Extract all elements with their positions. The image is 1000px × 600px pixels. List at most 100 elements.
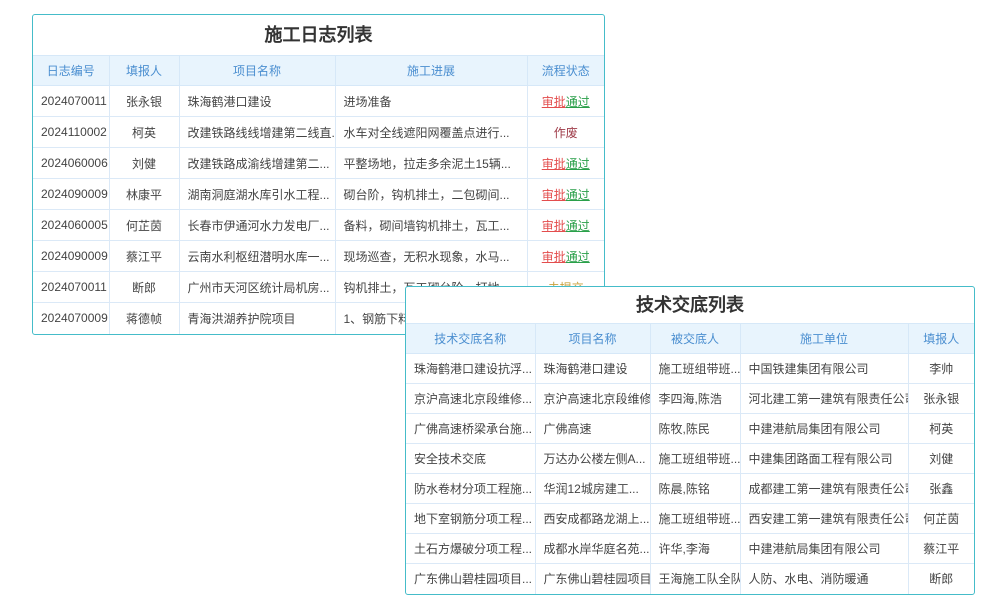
log-reporter-link[interactable]: 柯英 [109, 117, 179, 148]
status-approved-prefix: 审批 [542, 157, 566, 171]
disclosure-project-name-link[interactable]: 广东佛山碧桂园项目 [535, 564, 650, 594]
disclosure-table-row: 广佛高速桥梁承台施...广佛高速陈牧,陈民中建港航局集团有限公司柯英 [406, 414, 974, 444]
status-approved-prefix: 审批 [542, 250, 566, 264]
disclosure-recipient-text: 李四海,陈浩 [650, 384, 740, 414]
log-table-header-row: 日志编号 填报人 项目名称 施工进展 流程状态 [33, 56, 604, 86]
construction-log-panel-title: 施工日志列表 [33, 15, 604, 55]
disclosure-table-row: 土石方爆破分项工程...成都水岸华庭名苑...许华,李海中建港航局集团有限公司蔡… [406, 534, 974, 564]
log-progress-text: 进场准备 [335, 86, 527, 117]
disclosure-recipient-text: 施工班组带班... [650, 504, 740, 534]
disclosure-project-name-link[interactable]: 珠海鹤港口建设 [535, 354, 650, 384]
log-progress-text: 水车对全线遮阳网覆盖点进行... [335, 117, 527, 148]
log-project-name-link[interactable]: 青海洪湖养护院项目 [179, 303, 335, 334]
disclosure-reporter-link[interactable]: 断郎 [908, 564, 974, 594]
log-reporter-link[interactable]: 刘健 [109, 148, 179, 179]
disclosure-recipient-text: 施工班组带班... [650, 444, 740, 474]
desktop: { "colors": { "panel_border": "#45bcc9",… [0, 0, 1000, 600]
disclosure-project-name-link[interactable]: 京沪高速北京段维修 [535, 384, 650, 414]
disclosure-reporter-link[interactable]: 张鑫 [908, 474, 974, 504]
disclosure-col-header-unit: 施工单位 [740, 324, 908, 354]
disclosure-reporter-link[interactable]: 何芷茵 [908, 504, 974, 534]
disclosure-project-name-link[interactable]: 广佛高速 [535, 414, 650, 444]
log-project-name-link[interactable]: 湖南洞庭湖水库引水工程... [179, 179, 335, 210]
log-id-link[interactable]: 2024070011 [33, 86, 109, 117]
log-project-name-link[interactable]: 长春市伊通河水力发电厂... [179, 210, 335, 241]
log-project-name-link[interactable]: 珠海鹤港口建设 [179, 86, 335, 117]
log-status-cell: 作废 [527, 117, 604, 148]
status-approved-suffix: 通过 [566, 95, 590, 109]
log-project-name-link[interactable]: 云南水利枢纽潜明水库一... [179, 241, 335, 272]
disclosure-table-header: 技术交底名称 项目名称 被交底人 施工单位 填报人 [406, 324, 974, 354]
disclosure-col-header-reporter: 填报人 [908, 324, 974, 354]
disclosure-unit-text: 中国铁建集团有限公司 [740, 354, 908, 384]
log-status-cell: 审批通过 [527, 210, 604, 241]
disclosure-recipient-text: 陈晨,陈铭 [650, 474, 740, 504]
disclosure-name-link[interactable]: 土石方爆破分项工程... [406, 534, 535, 564]
log-reporter-link[interactable]: 张永银 [109, 86, 179, 117]
disclosure-table-row: 地下室钢筋分项工程...西安成都路龙湖上...施工班组带班...西安建工第一建筑… [406, 504, 974, 534]
disclosure-project-name-link[interactable]: 西安成都路龙湖上... [535, 504, 650, 534]
disclosure-name-link[interactable]: 广东佛山碧桂园项目... [406, 564, 535, 594]
log-reporter-link[interactable]: 断郎 [109, 272, 179, 303]
disclosure-unit-text: 中建港航局集团有限公司 [740, 414, 908, 444]
disclosure-name-link[interactable]: 珠海鹤港口建设抗浮... [406, 354, 535, 384]
log-col-header-progress: 施工进展 [335, 56, 527, 86]
log-id-link[interactable]: 2024060005 [33, 210, 109, 241]
log-progress-text: 备料，砌间墙钩机排土，瓦工... [335, 210, 527, 241]
log-col-header-project: 项目名称 [179, 56, 335, 86]
log-project-name-link[interactable]: 改建铁路线线增建第二线直... [179, 117, 335, 148]
log-status-cell: 审批通过 [527, 148, 604, 179]
disclosure-table-body: 珠海鹤港口建设抗浮...珠海鹤港口建设施工班组带班...中国铁建集团有限公司李帅… [406, 354, 974, 594]
disclosure-reporter-link[interactable]: 柯英 [908, 414, 974, 444]
log-project-name-link[interactable]: 广州市天河区统计局机房... [179, 272, 335, 303]
log-table-row: 2024110002柯英改建铁路线线增建第二线直...水车对全线遮阳网覆盖点进行… [33, 117, 604, 148]
disclosure-reporter-link[interactable]: 刘健 [908, 444, 974, 474]
log-project-name-link[interactable]: 改建铁路成渝线增建第二... [179, 148, 335, 179]
disclosure-unit-text: 中建港航局集团有限公司 [740, 534, 908, 564]
disclosure-unit-text: 河北建工第一建筑有限责任公司 [740, 384, 908, 414]
log-reporter-link[interactable]: 林康平 [109, 179, 179, 210]
disclosure-unit-text: 中建集团路面工程有限公司 [740, 444, 908, 474]
log-col-header-log-id: 日志编号 [33, 56, 109, 86]
disclosure-project-name-link[interactable]: 万达办公楼左侧A... [535, 444, 650, 474]
disclosure-name-link[interactable]: 安全技术交底 [406, 444, 535, 474]
status-approved-prefix: 审批 [542, 219, 566, 233]
log-table-row: 2024090009林康平湖南洞庭湖水库引水工程...砌台阶，钩机排土，二包砌间… [33, 179, 604, 210]
log-col-header-status: 流程状态 [527, 56, 604, 86]
log-reporter-link[interactable]: 蔡江平 [109, 241, 179, 272]
log-id-link[interactable]: 2024090009 [33, 241, 109, 272]
disclosure-col-header-project: 项目名称 [535, 324, 650, 354]
log-reporter-link[interactable]: 蒋德帧 [109, 303, 179, 334]
disclosure-table-row: 广东佛山碧桂园项目...广东佛山碧桂园项目王海施工队全队人防、水电、消防暖通断郎 [406, 564, 974, 594]
disclosure-unit-text: 成都建工第一建筑有限责任公司 [740, 474, 908, 504]
disclosure-name-link[interactable]: 广佛高速桥梁承台施... [406, 414, 535, 444]
log-id-link[interactable]: 2024090009 [33, 179, 109, 210]
disclosure-reporter-link[interactable]: 张永银 [908, 384, 974, 414]
disclosure-table-row: 珠海鹤港口建设抗浮...珠海鹤港口建设施工班组带班...中国铁建集团有限公司李帅 [406, 354, 974, 384]
disclosure-project-name-link[interactable]: 成都水岸华庭名苑... [535, 534, 650, 564]
log-table-row: 2024070011张永银珠海鹤港口建设进场准备审批通过 [33, 86, 604, 117]
status-approved-suffix: 通过 [566, 157, 590, 171]
log-id-link[interactable]: 2024070009 [33, 303, 109, 334]
log-id-link[interactable]: 2024110002 [33, 117, 109, 148]
log-progress-text: 砌台阶，钩机排土，二包砌间... [335, 179, 527, 210]
technical-disclosure-panel-title: 技术交底列表 [406, 287, 974, 323]
disclosure-table-row: 京沪高速北京段维修...京沪高速北京段维修李四海,陈浩河北建工第一建筑有限责任公… [406, 384, 974, 414]
disclosure-name-link[interactable]: 京沪高速北京段维修... [406, 384, 535, 414]
log-id-link[interactable]: 2024060006 [33, 148, 109, 179]
log-status-cell: 审批通过 [527, 241, 604, 272]
log-reporter-link[interactable]: 何芷茵 [109, 210, 179, 241]
disclosure-reporter-link[interactable]: 蔡江平 [908, 534, 974, 564]
log-table-row: 2024090009蔡江平云南水利枢纽潜明水库一...现场巡查，无积水现象，水马… [33, 241, 604, 272]
disclosure-name-link[interactable]: 地下室钢筋分项工程... [406, 504, 535, 534]
log-table-header: 日志编号 填报人 项目名称 施工进展 流程状态 [33, 56, 604, 86]
log-col-header-reporter: 填报人 [109, 56, 179, 86]
disclosure-reporter-link[interactable]: 李帅 [908, 354, 974, 384]
disclosure-col-header-recipient: 被交底人 [650, 324, 740, 354]
disclosure-name-link[interactable]: 防水卷材分项工程施... [406, 474, 535, 504]
disclosure-project-name-link[interactable]: 华润12城房建工... [535, 474, 650, 504]
status-approved-suffix: 通过 [566, 250, 590, 264]
log-progress-text: 平整场地，拉走多余泥土15辆... [335, 148, 527, 179]
log-id-link[interactable]: 2024070011 [33, 272, 109, 303]
technical-disclosure-panel: 技术交底列表 技术交底名称 项目名称 被交底人 施工单位 填报人 珠海鹤港口建设… [405, 286, 975, 595]
